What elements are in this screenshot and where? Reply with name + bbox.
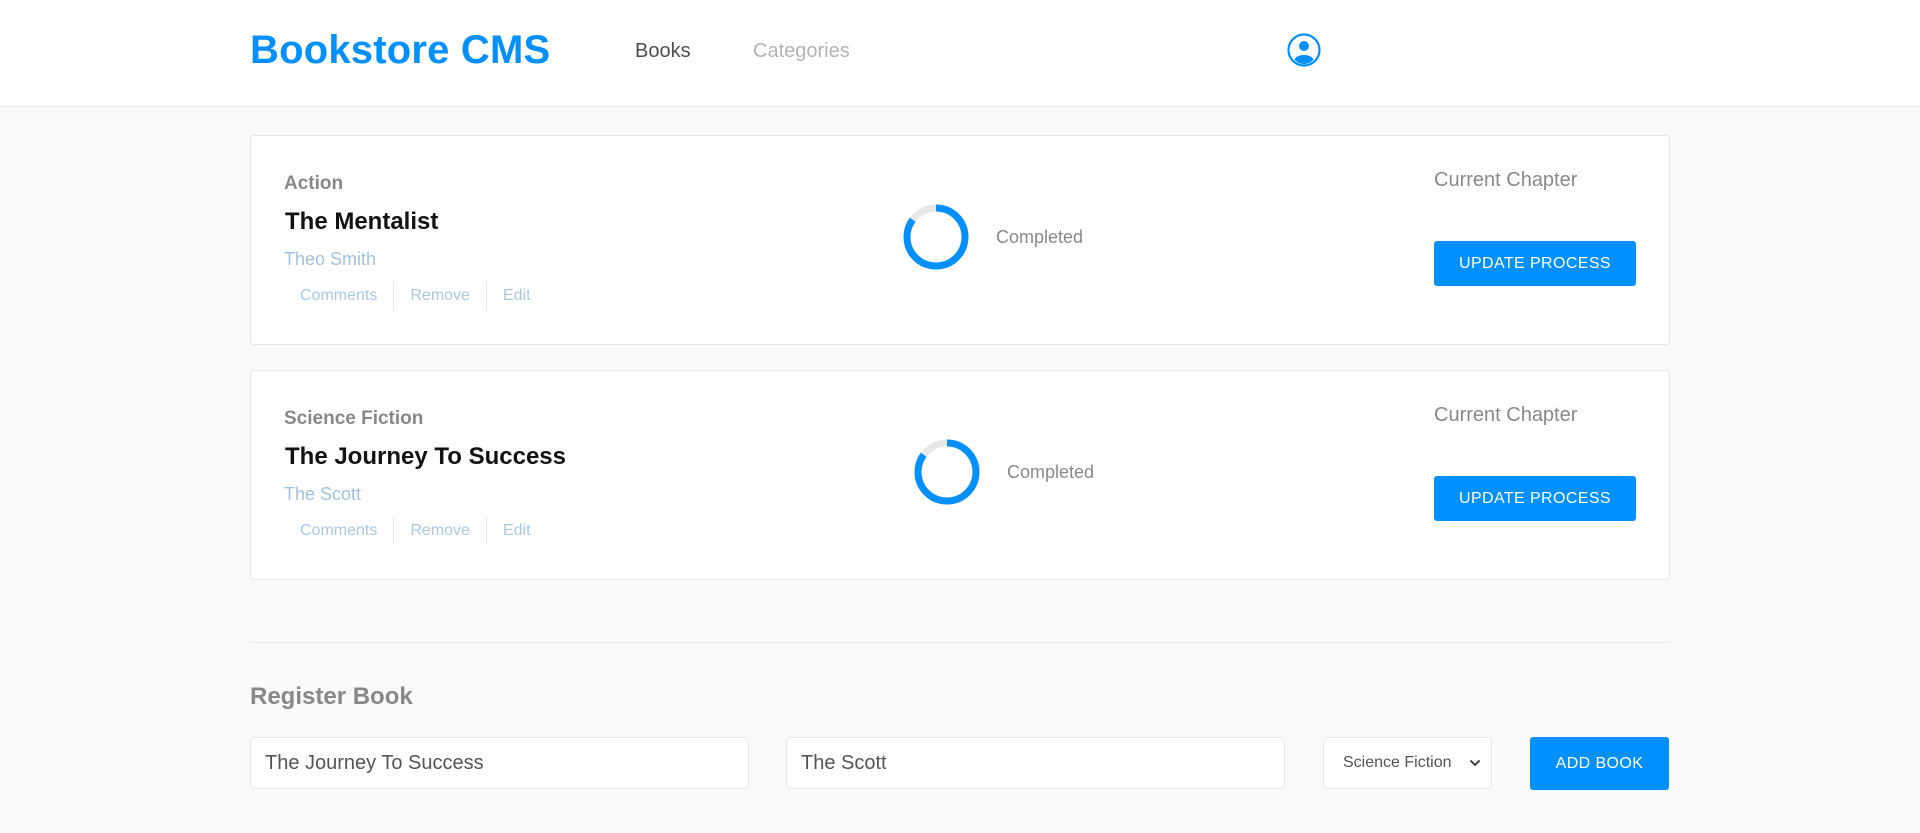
remove-button[interactable]: Remove <box>394 517 486 545</box>
book-author-input[interactable] <box>786 737 1285 789</box>
nav-link-categories[interactable]: Categories <box>753 40 850 63</box>
progress-ring-icon <box>903 204 969 270</box>
update-progress-button[interactable]: UPDATE PROCESS <box>1434 476 1636 521</box>
edit-button[interactable]: Edit <box>487 517 547 545</box>
book-title: The Journey To Success <box>285 443 566 470</box>
chevron-down-icon <box>1470 760 1480 766</box>
comments-button[interactable]: Comments <box>284 282 393 310</box>
book-category: Action <box>284 173 344 194</box>
book-card: Science Fiction The Journey To Success T… <box>250 370 1670 580</box>
form-title: Register Book <box>250 683 413 710</box>
user-icon[interactable] <box>1287 33 1321 67</box>
header: Bookstore CMS Books Categories <box>0 0 1920 107</box>
book-card: Action The Mentalist Theo Smith Comments… <box>250 135 1670 345</box>
book-category: Science Fiction <box>284 408 424 429</box>
book-title: The Mentalist <box>285 208 439 235</box>
current-chapter-label: Current Chapter <box>1434 169 1578 191</box>
book-author: The Scott <box>284 484 362 504</box>
book-actions: Comments Remove Edit <box>284 282 547 310</box>
edit-button[interactable]: Edit <box>487 282 547 310</box>
book-author: Theo Smith <box>284 249 377 269</box>
nav-link-books[interactable]: Books <box>635 40 691 63</box>
category-select-value: Science Fiction <box>1343 754 1452 771</box>
progress-ring-icon <box>914 439 980 505</box>
comments-button[interactable]: Comments <box>284 517 393 545</box>
brand-logo[interactable]: Bookstore CMS <box>250 28 550 73</box>
current-chapter-label: Current Chapter <box>1434 404 1578 426</box>
update-progress-button[interactable]: UPDATE PROCESS <box>1434 241 1636 286</box>
add-book-button[interactable]: ADD BOOK <box>1530 737 1669 790</box>
progress-label: Completed <box>996 226 1084 247</box>
progress-indicator: Completed <box>913 438 1094 506</box>
progress-indicator: Completed <box>902 203 1083 271</box>
book-title-input[interactable] <box>250 737 749 789</box>
book-actions: Comments Remove Edit <box>284 517 547 545</box>
section-divider <box>250 642 1670 643</box>
remove-button[interactable]: Remove <box>394 282 486 310</box>
progress-label: Completed <box>1007 461 1095 482</box>
category-select[interactable]: Science Fiction <box>1323 737 1492 789</box>
